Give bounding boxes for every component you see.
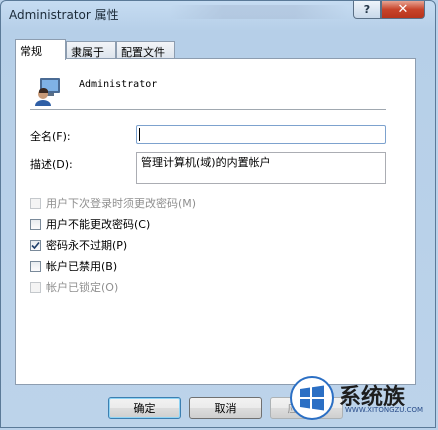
option-label: 密码永不过期(P) (46, 239, 128, 252)
window-title: Administrator 属性 (9, 8, 119, 22)
check-icon (31, 241, 40, 249)
ok-button[interactable]: 确定 (108, 397, 181, 419)
option-label: 用户下次登录时须更改密码(M) (46, 197, 197, 210)
option-label: 帐户已锁定(O) (46, 281, 119, 294)
description-label: 描述(D): (30, 158, 73, 171)
checkbox (30, 281, 41, 293)
help-icon: ? (363, 3, 371, 16)
help-button[interactable]: ? (353, 1, 381, 19)
blurred-background-area (169, 5, 349, 19)
checkbox[interactable] (30, 260, 41, 272)
description-input[interactable]: 管理计算机(域)的内置帐户 (136, 152, 386, 184)
option-must-change-password: 用户下次登录时须更改密码(M) (30, 196, 196, 210)
user-icon (35, 78, 60, 106)
watermark-url: WWW.XITONGZU.COM (345, 406, 424, 414)
windows-logo-icon (290, 376, 334, 420)
separator (30, 109, 386, 110)
checkbox[interactable] (30, 218, 41, 230)
text-caret (139, 128, 140, 141)
tab-general[interactable]: 常规 (15, 39, 66, 60)
tab-member-of[interactable]: 隶属于 (66, 41, 116, 59)
fullname-label: 全名(F): (30, 130, 71, 143)
tab-profile[interactable]: 配置文件 (116, 41, 175, 59)
option-label: 帐户已禁用(B) (46, 260, 118, 273)
fullname-input[interactable] (136, 125, 386, 144)
close-icon: ✕ (397, 2, 409, 17)
general-tab-panel: Administrator 全名(F): 描述(D): 管理计算机(域)的内置帐… (15, 58, 416, 385)
checkbox-checked[interactable] (30, 239, 41, 251)
option-account-disabled[interactable]: 帐户已禁用(B) (30, 259, 117, 273)
cancel-button[interactable]: 取消 (189, 397, 262, 419)
title-bar[interactable]: Administrator 属性 ? ✕ (1, 1, 435, 27)
checkbox (30, 197, 41, 209)
close-button[interactable]: ✕ (381, 1, 425, 19)
option-account-locked: 帐户已锁定(O) (30, 280, 118, 294)
option-cannot-change-password[interactable]: 用户不能更改密码(C) (30, 217, 150, 231)
option-password-never-expires[interactable]: 密码永不过期(P) (30, 238, 127, 252)
user-name: Administrator (79, 79, 158, 90)
option-label: 用户不能更改密码(C) (46, 218, 151, 231)
properties-dialog: Administrator 属性 ? ✕ 常规 隶属于 配置文件 Adminis… (0, 0, 436, 428)
